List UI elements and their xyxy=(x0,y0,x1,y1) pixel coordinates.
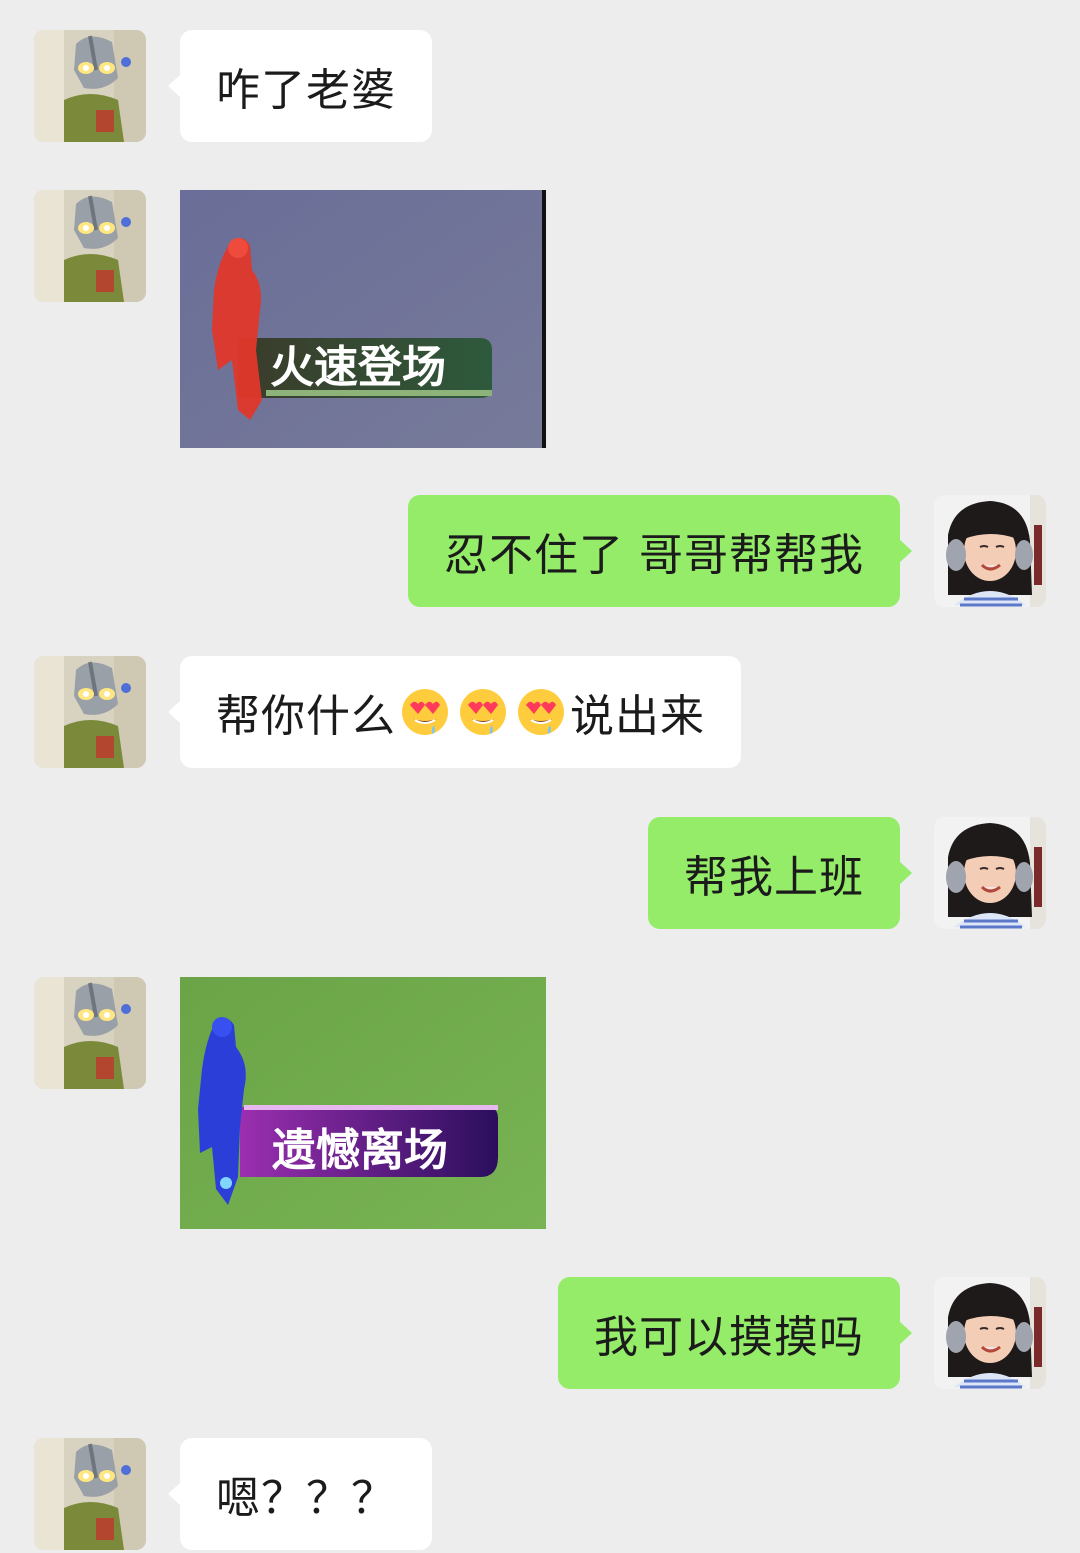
contact-avatar[interactable] xyxy=(34,977,146,1089)
message-text: 帮你什么 xyxy=(216,691,396,742)
incoming-message-bubble[interactable]: 嗯？？？ xyxy=(168,1438,432,1550)
contact-avatar[interactable] xyxy=(34,1438,146,1550)
my-avatar[interactable] xyxy=(934,495,1046,607)
sticker-image[interactable]: 遗憾离场 xyxy=(180,977,546,1229)
message-text: 说出来 xyxy=(570,691,705,742)
sticker-image[interactable]: 火速登场 xyxy=(180,190,546,448)
my-avatar[interactable] xyxy=(934,817,1046,929)
message-text: 我可以摸摸吗 xyxy=(594,1312,864,1363)
message-text: 嗯？？？ xyxy=(216,1473,396,1524)
sticker-caption: 遗憾离场 xyxy=(272,1125,448,1176)
contact-avatar[interactable] xyxy=(34,190,146,302)
contact-avatar[interactable] xyxy=(34,30,146,142)
chat-view: 咋了老婆 火速登场 忍不住了 哥哥帮帮我 帮你什么 说出来 帮我上班 遗憾离场 … xyxy=(0,0,1080,1553)
incoming-message-bubble[interactable]: 帮你什么 说出来 xyxy=(168,656,741,768)
message-text: 忍不住了 哥哥帮帮我 xyxy=(444,530,864,581)
outgoing-message-bubble[interactable]: 帮我上班 xyxy=(648,817,912,929)
heart-eyes-drooling-emoji xyxy=(460,689,506,735)
message-text: 咋了老婆 xyxy=(216,65,396,116)
outgoing-message-bubble[interactable]: 忍不住了 哥哥帮帮我 xyxy=(408,495,912,607)
outgoing-message-bubble[interactable]: 我可以摸摸吗 xyxy=(558,1277,912,1389)
sticker-caption: 火速登场 xyxy=(270,342,446,393)
incoming-message-bubble[interactable]: 咋了老婆 xyxy=(168,30,432,142)
contact-avatar[interactable] xyxy=(34,656,146,768)
heart-eyes-drooling-emoji xyxy=(402,689,448,735)
message-text: 帮我上班 xyxy=(684,852,864,903)
my-avatar[interactable] xyxy=(934,1277,1046,1389)
heart-eyes-drooling-emoji xyxy=(518,689,564,735)
